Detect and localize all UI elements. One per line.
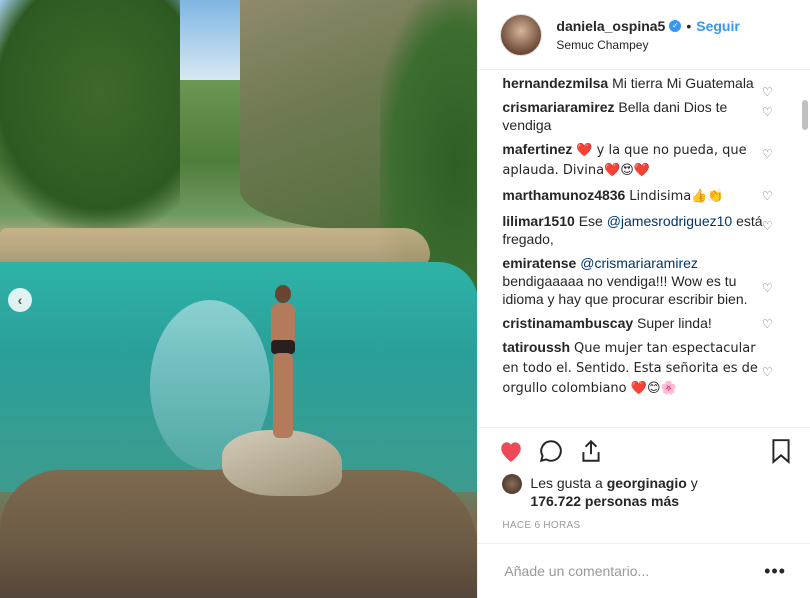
follow-button[interactable]: Seguir — [696, 18, 740, 34]
comment: hernandezmilsa Mi tierra Mi Guatemala ♡ — [502, 74, 810, 98]
more-options-icon[interactable]: ••• — [764, 561, 786, 582]
heart-outline-icon[interactable]: ♡ — [762, 86, 774, 98]
heart-outline-icon[interactable]: ♡ — [762, 148, 774, 160]
post-header: daniela_ospina5 ✓ • Seguir Semuc Champey — [478, 0, 810, 71]
heart-outline-icon[interactable]: ♡ — [762, 366, 774, 378]
comment-user[interactable]: mafertinez — [502, 141, 572, 157]
comment-user[interactable]: crismariaramirez — [502, 99, 614, 115]
comment-user[interactable]: marthamunoz4836 — [502, 187, 625, 203]
comment: cristinamambuscay Super linda! ♡ — [502, 314, 810, 332]
comment-text: Lindisima👍👏 — [629, 189, 724, 205]
liker-avatar[interactable] — [502, 474, 523, 495]
separator-dot: • — [686, 17, 692, 34]
avatar[interactable] — [500, 13, 543, 56]
comments-list[interactable]: hernandezmilsa Mi tierra Mi Guatemala ♡ … — [478, 70, 810, 427]
comment: marthamunoz4836 Lindisima👍👏 ♡ — [502, 186, 810, 206]
comment: lilimar1510 Ese @jamesrodriguez10 está f… — [502, 212, 810, 248]
comment-user[interactable]: lilimar1510 — [502, 213, 574, 229]
share-button[interactable] — [578, 438, 604, 464]
liker-username[interactable]: georginagio — [607, 475, 687, 491]
post-sidebar: daniela_ospina5 ✓ • Seguir Semuc Champey… — [477, 0, 810, 598]
share-icon — [582, 440, 600, 463]
comment-icon — [540, 440, 563, 463]
comment: mafertinez ❤️ y la que no pueda, que apl… — [502, 140, 810, 180]
save-button[interactable] — [768, 438, 794, 465]
chevron-left-icon: ‹ — [17, 292, 23, 308]
photo-rocks — [0, 470, 478, 598]
heart-icon — [501, 442, 522, 463]
comment-text: Super linda! — [637, 315, 712, 332]
comment-button[interactable] — [538, 438, 564, 464]
heart-outline-icon[interactable]: ♡ — [762, 220, 774, 232]
comment-mention[interactable]: @jamesrodriguez10 — [607, 213, 733, 229]
action-bar — [478, 427, 810, 474]
heart-outline-icon[interactable]: ♡ — [762, 106, 774, 118]
comment: emiratense @crismariaramirez bendigaaaaa… — [502, 254, 810, 308]
comment: tatiroussh Que mujer tan espectacular en… — [502, 338, 810, 398]
comment-user[interactable]: tatiroussh — [502, 339, 570, 355]
location-link[interactable]: Semuc Champey — [556, 38, 739, 52]
photo-person — [265, 285, 301, 440]
post-photo[interactable]: ‹ — [0, 0, 478, 598]
bookmark-icon — [772, 439, 790, 465]
comment-user[interactable]: hernandezmilsa — [502, 75, 608, 91]
add-comment-input[interactable] — [502, 562, 765, 581]
post-timestamp[interactable]: HACE 6 HORAS — [478, 510, 810, 531]
comment-user[interactable]: emiratense — [502, 255, 576, 271]
comment-mention[interactable]: @crismariaramirez — [580, 255, 698, 271]
username[interactable]: daniela_ospina5 — [556, 18, 665, 34]
likes-summary: Les gusta a georginagio y 176.722 person… — [478, 474, 810, 510]
verified-badge-icon: ✓ — [669, 19, 682, 32]
comment: crismariaramirez Bella dani Dios te vend… — [502, 98, 810, 134]
like-button[interactable] — [498, 438, 524, 464]
heart-outline-icon[interactable]: ♡ — [762, 282, 774, 294]
comment-text-after: bendigaaaaa no vendiga!!! Wow es tu idio… — [502, 273, 748, 308]
likes-conjunction: y — [686, 475, 698, 492]
comment-user[interactable]: cristinamambuscay — [502, 315, 633, 331]
likes-count[interactable]: 176.722 personas más — [530, 493, 679, 509]
instagram-post: ‹ daniela_ospina5 ✓ • Seguir Semuc Champ… — [0, 0, 810, 598]
comment-text: Mi tierra Mi Guatemala — [612, 75, 754, 92]
heart-outline-icon[interactable]: ♡ — [762, 318, 774, 330]
previous-photo-button[interactable]: ‹ — [8, 288, 32, 312]
likes-prefix: Les gusta a — [530, 475, 607, 492]
comments-scrollbar[interactable] — [802, 100, 808, 131]
heart-outline-icon[interactable]: ♡ — [762, 190, 774, 202]
comment-text-before: Ese — [578, 213, 607, 230]
photo-trees-left — [0, 0, 180, 230]
add-comment-bar: ••• — [478, 543, 810, 598]
